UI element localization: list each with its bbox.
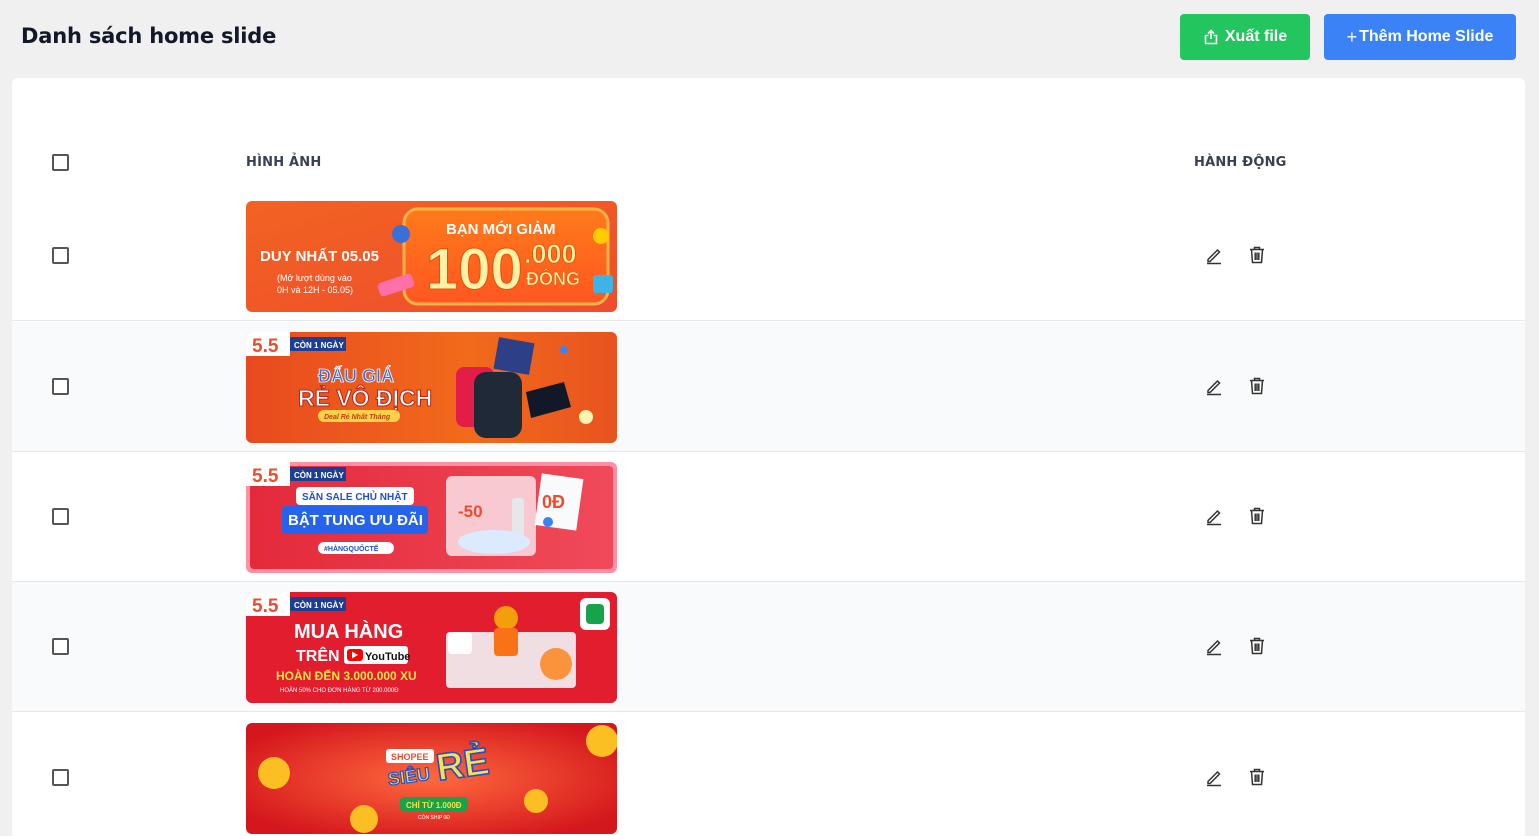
column-header-actions: HÀNH ĐỘNG [1194,155,1287,170]
page-title: Danh sách home slide [21,24,277,48]
slide-image: 5.5 CÒN 1 NGÀY SĂN SALE CHỦ NHẬT BẬT TUN… [246,462,617,573]
slides-table-card: HÌNH ẢNH HÀNH ĐỘNG DUY NHẤT 05.05 (Mở lư… [12,78,1525,836]
banner-text: HOÀN 50% CHO ĐƠN HÀNG TỪ 200.000Đ [280,687,399,694]
banner-text: RẺ VÔ ĐỊCH [298,383,432,411]
banner-text: 0H và 12H - 05.05) [277,285,353,295]
edit-icon[interactable] [1202,504,1226,528]
table-header: HÌNH ẢNH HÀNH ĐỘNG [12,138,1525,186]
row-checkbox[interactable] [52,638,69,655]
select-all-checkbox[interactable] [52,154,69,171]
banner-text: ĐỒNG [526,268,580,289]
banner-text: (Mở lượt dùng vào [277,273,352,283]
banner-text: 5.5 [252,596,279,617]
edit-icon[interactable] [1202,374,1226,398]
table-row: 5.5 CÒN 1 NGÀY SĂN SALE CHỦ NHẬT BẬT TUN… [12,452,1525,582]
plus-icon: + [1346,27,1358,47]
export-icon [1203,29,1219,45]
add-home-slide-button[interactable]: + Thêm Home Slide [1324,14,1516,60]
row-checkbox[interactable] [52,769,69,786]
row-checkbox[interactable] [52,378,69,395]
banner-text: DUY NHẤT 05.05 [260,248,379,265]
banner-text: 5.5 [252,466,279,487]
banner-text: CÒN SHIP 0Đ [418,814,450,821]
edit-icon[interactable] [1202,243,1226,267]
banner-text: .000 [524,239,577,269]
slide-image: DUY NHẤT 05.05 (Mở lượt dùng vào 0H và 1… [246,201,617,312]
banner-text: CÒN 1 NGÀY [294,471,344,480]
trash-icon[interactable] [1245,243,1269,267]
table-row: SHOPEE SIÊU RẺ CHỈ TỪ 1.000Đ CÒN SHIP 0Đ [12,713,1525,836]
export-file-label: Xuất file [1224,28,1288,45]
banner-text: SĂN SALE CHỦ NHẬT [302,490,408,503]
slide-image: 5.5 CÒN 1 NGÀY ĐẤU GIÁ RẺ VÔ ĐỊCH Deal R… [246,332,617,443]
export-file-button[interactable]: Xuất file [1180,14,1310,60]
page-header: Danh sách home slide Xuất file + Thêm Ho… [0,0,1539,76]
trash-icon[interactable] [1245,504,1269,528]
banner-text: SHOPEE [391,752,429,762]
banner-text: BẬT TUNG ƯU ĐÃI [288,511,423,529]
banner-text: Deal Rẻ Nhất Tháng [324,413,391,421]
banner-text: HOÀN ĐẾN 3.000.000 XU [276,668,417,683]
banner-text: MUA HÀNG [294,620,403,643]
banner-text: ĐẤU GIÁ [318,365,394,386]
banner-text: CÒN 1 NGÀY [294,601,344,610]
banner-text: TRÊN [296,646,340,665]
banner-text: 5.5 [252,336,279,357]
row-checkbox[interactable] [52,508,69,525]
row-checkbox[interactable] [52,247,69,264]
banner-text: CÒN 1 NGÀY [294,341,344,350]
table-row: 5.5 CÒN 1 NGÀY ĐẤU GIÁ RẺ VÔ ĐỊCH Deal R… [12,322,1525,452]
trash-icon[interactable] [1245,634,1269,658]
table-row: DUY NHẤT 05.05 (Mở lượt dùng vào 0H và 1… [12,191,1525,321]
slide-image: SHOPEE SIÊU RẺ CHỈ TỪ 1.000Đ CÒN SHIP 0Đ [246,723,617,834]
banner-text: 100 [426,237,523,302]
edit-icon[interactable] [1202,765,1226,789]
banner-text: BẠN MỚI GIẢM [446,220,555,238]
trash-icon[interactable] [1245,374,1269,398]
trash-icon[interactable] [1245,765,1269,789]
add-home-slide-label: Thêm Home Slide [1359,28,1494,45]
banner-text: CHỈ TỪ 1.000Đ [406,801,462,810]
banner-text: RẺ [433,739,491,790]
banner-text: YouTube [365,651,410,663]
table-row: 5.5 CÒN 1 NGÀY MUA HÀNG TRÊN YouTube HOÀ… [12,582,1525,712]
slide-image: 5.5 CÒN 1 NGÀY MUA HÀNG TRÊN YouTube HOÀ… [246,592,617,703]
banner-text: -50 [458,502,483,521]
edit-icon[interactable] [1202,634,1226,658]
column-header-image: HÌNH ẢNH [246,155,322,170]
banner-text: 0Đ [542,492,565,512]
